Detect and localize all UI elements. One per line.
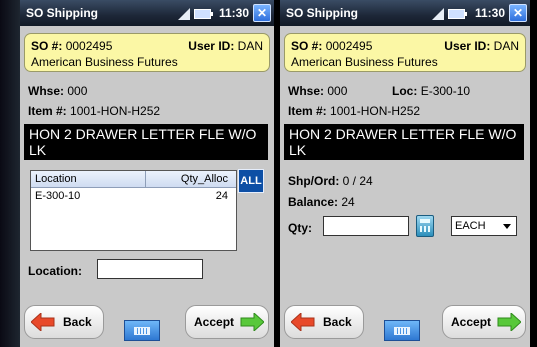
accept-button[interactable]: Accept bbox=[185, 305, 269, 339]
customer-name: American Business Futures bbox=[291, 55, 438, 69]
device-edge bbox=[0, 0, 20, 347]
keyboard-icon[interactable] bbox=[384, 320, 420, 341]
table-row[interactable]: E-300-10 24 bbox=[31, 188, 236, 203]
calculator-icon[interactable] bbox=[416, 215, 434, 237]
row-qty-alloc: 24 bbox=[215, 190, 228, 202]
column-header-qty-alloc[interactable]: Qty_Alloc bbox=[181, 173, 228, 185]
location-label: Location: bbox=[28, 264, 82, 278]
right-arrow-icon bbox=[497, 313, 521, 331]
so-number: SO #: 0002495 bbox=[31, 39, 113, 53]
close-icon[interactable]: ✕ bbox=[509, 4, 527, 22]
chevron-down-icon bbox=[503, 224, 511, 229]
loc-field: Loc: E-300-10 bbox=[392, 84, 471, 98]
left-arrow-icon bbox=[291, 313, 315, 331]
accept-button[interactable]: Accept bbox=[442, 305, 526, 339]
signal-icon bbox=[178, 8, 190, 20]
qty-label: Qty: bbox=[288, 221, 312, 235]
uom-selected: EACH bbox=[455, 220, 486, 232]
item-description: HON 2 DRAWER LETTER FLE W/O LK bbox=[284, 124, 524, 160]
status-bar: SO Shipping 11:30 ✕ bbox=[20, 0, 274, 26]
detail-screen: SO Shipping 11:30 ✕ SO #: 0002495 User I… bbox=[280, 0, 530, 347]
item-field: Item #: 1001-HON-H252 bbox=[28, 104, 161, 118]
left-arrow-icon bbox=[31, 313, 55, 331]
column-header-location[interactable]: Location bbox=[35, 173, 77, 185]
qty-input[interactable] bbox=[323, 216, 409, 236]
keyboard-icon[interactable] bbox=[124, 320, 160, 341]
whse-field: Whse: 000 bbox=[288, 84, 348, 98]
right-arrow-icon bbox=[240, 313, 264, 331]
back-button[interactable]: Back bbox=[284, 305, 364, 339]
signal-icon bbox=[432, 8, 444, 20]
customer-name: American Business Futures bbox=[31, 55, 178, 69]
app-title: SO Shipping bbox=[26, 6, 98, 20]
whse-field: Whse: 000 bbox=[28, 84, 88, 98]
item-description: HON 2 DRAWER LETTER FLE W/O LK bbox=[24, 124, 268, 160]
location-grid[interactable]: Location Qty_Alloc E-300-10 24 bbox=[30, 170, 237, 251]
order-header: SO #: 0002495 User ID: DAN American Busi… bbox=[24, 33, 270, 72]
battery-icon bbox=[194, 9, 213, 19]
location-input[interactable] bbox=[97, 259, 203, 279]
clock: 11:30 bbox=[474, 6, 505, 20]
back-label: Back bbox=[63, 315, 92, 329]
accept-label: Accept bbox=[194, 315, 235, 329]
app-title: SO Shipping bbox=[286, 6, 358, 20]
order-header: SO #: 0002495 User ID: DAN American Busi… bbox=[284, 33, 526, 72]
uom-select[interactable]: EACH bbox=[451, 216, 517, 236]
so-number: SO #: 0002495 bbox=[291, 39, 373, 53]
user-id: User ID: DAN bbox=[444, 39, 519, 53]
clock: 11:30 bbox=[218, 6, 249, 20]
battery-icon bbox=[448, 9, 467, 19]
user-id: User ID: DAN bbox=[188, 39, 263, 53]
status-bar: SO Shipping 11:30 ✕ bbox=[280, 0, 530, 26]
accept-label: Accept bbox=[451, 315, 492, 329]
close-icon[interactable]: ✕ bbox=[253, 4, 271, 22]
row-location: E-300-10 bbox=[35, 190, 81, 202]
shp-ord-field: Shp/Ord: 0 / 24 bbox=[288, 174, 373, 188]
back-label: Back bbox=[323, 315, 352, 329]
item-field: Item #: 1001-HON-H252 bbox=[288, 104, 421, 118]
pick-screen: SO Shipping 11:30 ✕ SO #: 0002495 User I… bbox=[20, 0, 274, 347]
all-button[interactable]: ALL bbox=[238, 169, 264, 193]
balance-field: Balance: 24 bbox=[288, 195, 355, 209]
back-button[interactable]: Back bbox=[24, 305, 104, 339]
grid-header: Location Qty_Alloc bbox=[31, 171, 236, 188]
